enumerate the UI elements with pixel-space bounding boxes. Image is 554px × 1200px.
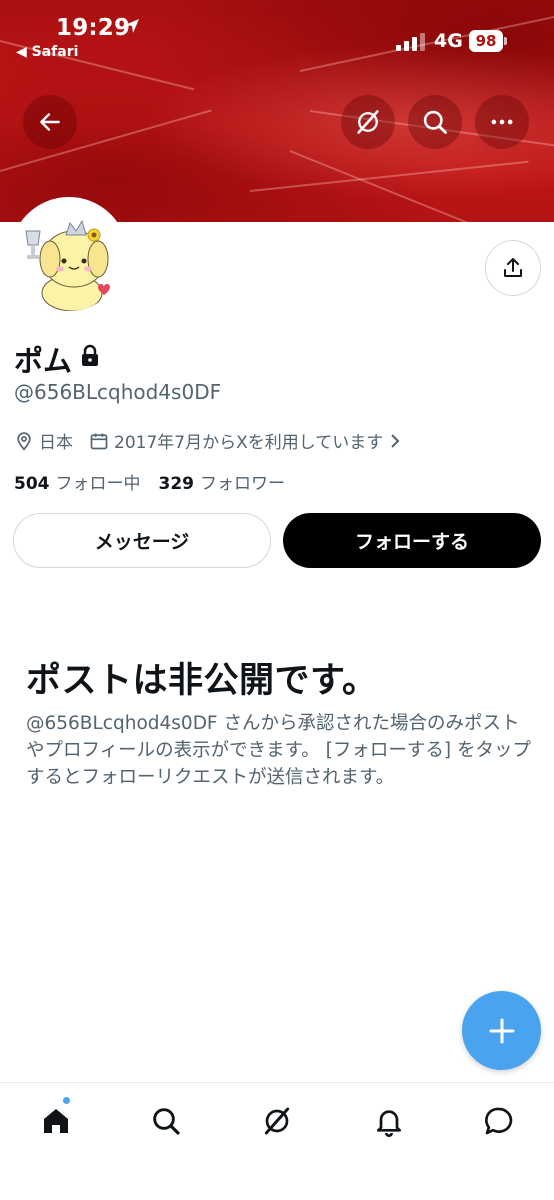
more-icon <box>491 119 513 125</box>
plus-icon <box>489 1018 514 1043</box>
tab-grok[interactable] <box>257 1101 297 1141</box>
location-text: 日本 <box>39 433 73 453</box>
tab-home[interactable] <box>36 1101 76 1141</box>
user-handle: @656BLcqhod4s0DF <box>14 380 222 404</box>
followers-label[interactable]: フォロワー <box>200 469 285 494</box>
followers-count[interactable]: 329 <box>159 474 195 494</box>
chevron-right-icon[interactable] <box>389 433 401 449</box>
search-icon <box>423 110 447 134</box>
following-label[interactable]: フォロー中 <box>56 469 141 494</box>
tab-notifications[interactable] <box>369 1101 409 1141</box>
compose-button[interactable] <box>462 991 541 1070</box>
joined-date[interactable]: 2017年7月からXを利用しています <box>114 428 383 453</box>
grok-button[interactable] <box>341 95 395 149</box>
signal-icon <box>396 33 426 55</box>
home-unread-dot <box>62 1096 71 1105</box>
battery-icon: 98 <box>469 30 507 52</box>
back-to-safari-link[interactable]: ◀ Safari <box>16 44 78 60</box>
profile-avatar[interactable] <box>10 197 128 315</box>
share-button[interactable] <box>485 240 541 296</box>
share-icon <box>504 258 522 277</box>
messages-icon <box>485 1107 513 1135</box>
following-count[interactable]: 504 <box>14 474 50 494</box>
private-body: @656BLcqhod4s0DF さんから承認された場合のみポストやプロフィール… <box>26 713 531 788</box>
display-name: ポム <box>14 344 73 378</box>
protected-lock-icon <box>80 344 100 372</box>
notifications-icon <box>377 1110 401 1137</box>
profile-meta: 日本 2017年7月からXを利用しています <box>14 428 406 453</box>
calendar-icon <box>89 431 109 451</box>
private-title: ポストは非公開です。 <box>26 661 378 701</box>
battery-level: 98 <box>475 32 497 50</box>
more-button[interactable] <box>475 95 529 149</box>
location-arrow-icon <box>124 18 140 38</box>
bottom-tab-bar <box>0 1082 554 1200</box>
search-icon <box>153 1108 180 1135</box>
back-button[interactable] <box>23 95 77 149</box>
tab-messages[interactable] <box>479 1101 519 1141</box>
grok-icon <box>357 110 379 134</box>
search-button[interactable] <box>408 95 462 149</box>
home-icon <box>44 1109 68 1133</box>
location-pin-icon <box>14 431 34 451</box>
message-button[interactable]: メッセージ <box>13 513 271 568</box>
follow-button[interactable]: フォローする <box>283 513 541 568</box>
tab-search[interactable] <box>146 1101 186 1141</box>
back-arrow-icon <box>40 113 60 131</box>
follow-counts: 504 フォロー中 329 フォロワー <box>14 469 303 494</box>
grok-icon <box>264 1107 290 1135</box>
network-type: 4G <box>434 30 463 52</box>
status-time: 19:29 <box>56 15 131 41</box>
